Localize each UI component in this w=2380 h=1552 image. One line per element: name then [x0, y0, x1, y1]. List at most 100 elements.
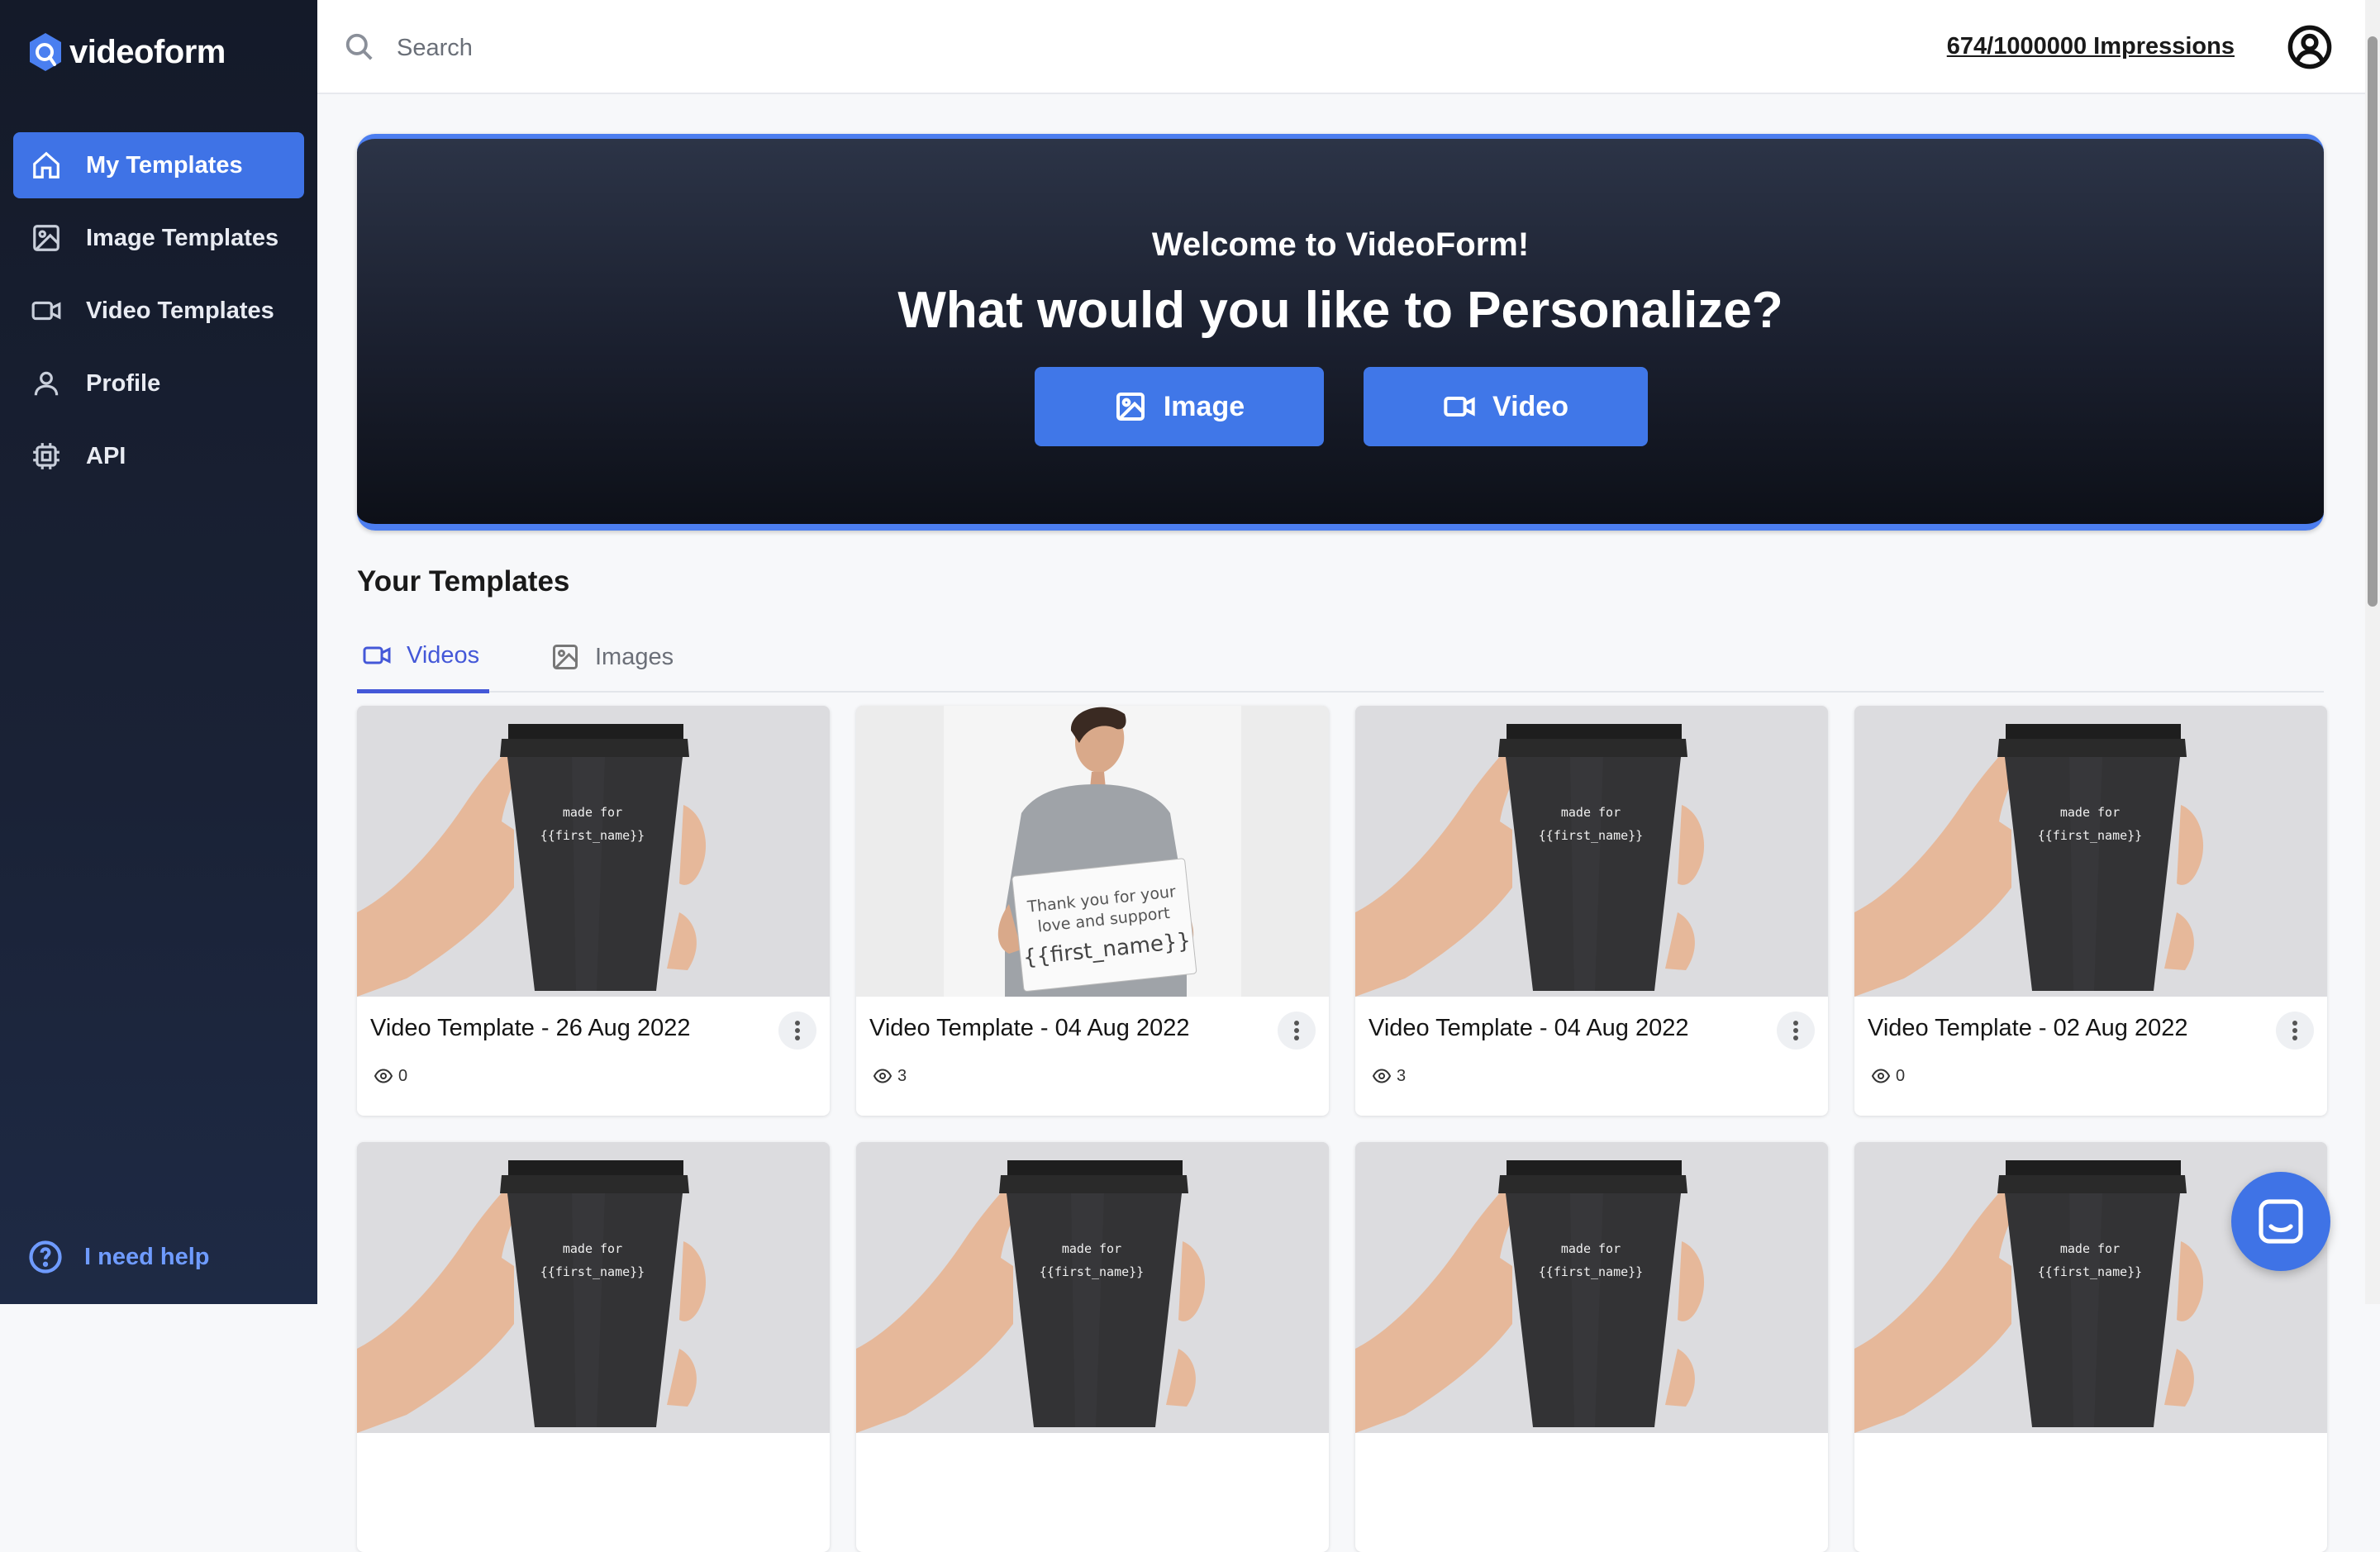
page-scrollbar[interactable] — [2365, 0, 2380, 1304]
template-card[interactable]: made for {{first_name}} Video Template -… — [1355, 706, 1828, 1116]
scrollbar-thumb[interactable] — [2368, 36, 2378, 607]
more-options-button[interactable] — [778, 1012, 816, 1050]
template-card[interactable]: Thank you for your love and support {{fi… — [856, 706, 1329, 1116]
more-options-button[interactable] — [1777, 1012, 1815, 1050]
image-icon — [553, 645, 578, 669]
tab-videos[interactable]: Videos — [357, 621, 489, 693]
template-card[interactable]: made for {{first_name}} — [357, 1142, 830, 1552]
template-thumbnail[interactable]: Thank you for your love and support {{fi… — [856, 706, 1329, 997]
hero-welcome: Welcome to VideoForm! — [1151, 226, 1530, 263]
help-circle-icon — [29, 1240, 62, 1273]
sidebar-item-my-templates[interactable]: My Templates — [13, 132, 304, 198]
eye-icon — [374, 1069, 393, 1083]
search-input[interactable] — [397, 25, 1140, 71]
view-count: 3 — [873, 1066, 907, 1086]
sidebar-item-label: Video Templates — [86, 297, 274, 324]
sidebar-item-label: Image Templates — [86, 224, 279, 251]
cup-thumbnail-image: made for {{first_name}} — [357, 706, 830, 997]
cup-text-line2: {{first_name}} — [540, 828, 645, 843]
sidebar-item-image-templates[interactable]: Image Templates — [13, 205, 304, 271]
more-options-button[interactable] — [1278, 1012, 1316, 1050]
cup-thumbnail-image: made for {{first_name}} — [856, 1142, 1329, 1433]
logo[interactable]: videoform — [26, 31, 226, 73]
template-tabs: Videos Images — [357, 621, 2324, 693]
cup-thumbnail-image: made for {{first_name}} — [1854, 706, 2327, 997]
tab-label: Videos — [407, 641, 480, 669]
user-icon — [30, 367, 63, 400]
more-options-button[interactable] — [2276, 1012, 2314, 1050]
tab-images[interactable]: Images — [545, 621, 678, 693]
cup-text-line1: made for — [563, 805, 622, 820]
help-link[interactable]: I need help — [28, 1240, 209, 1274]
kebab-menu-icon — [1294, 1021, 1299, 1040]
template-card[interactable]: made for {{first_name}} — [1355, 1142, 1828, 1552]
image-icon — [1116, 393, 1145, 421]
cup-thumbnail-image: made for {{first_name}} — [1355, 1142, 1828, 1433]
template-thumbnail[interactable]: made for {{first_name}} — [357, 706, 830, 997]
cup-thumbnail-image: made for {{first_name}} — [1355, 706, 1828, 997]
view-count-value: 3 — [1397, 1066, 1407, 1085]
account-avatar-icon[interactable] — [2287, 25, 2332, 69]
eye-icon — [873, 1069, 892, 1083]
cup-text-line2: {{first_name}} — [1539, 828, 1643, 843]
eye-icon — [1372, 1069, 1392, 1083]
home-icon — [30, 149, 63, 182]
create-image-button[interactable]: Image — [1035, 367, 1324, 446]
sidebar-item-api[interactable]: API — [13, 423, 304, 489]
cup-text-line2: {{first_name}} — [540, 1264, 645, 1279]
template-thumbnail[interactable]: made for {{first_name}} — [1355, 706, 1828, 997]
hero-title: What would you like to Personalize? — [897, 282, 1783, 339]
template-thumbnail[interactable]: made for {{first_name}} — [856, 1142, 1329, 1433]
chat-launcher-button[interactable] — [2231, 1172, 2330, 1271]
sidebar-item-profile[interactable]: Profile — [13, 350, 304, 417]
search-icon — [344, 31, 377, 64]
cup-text-line2: {{first_name}} — [1539, 1264, 1643, 1279]
cup-text-line1: made for — [1062, 1241, 1121, 1256]
cup-text-line2: {{first_name}} — [1040, 1264, 1144, 1279]
template-title[interactable]: Video Template - 26 Aug 2022 — [370, 1015, 691, 1042]
cup-text-line1: made for — [563, 1241, 622, 1256]
sidebar-item-label: My Templates — [86, 151, 243, 179]
view-count-value: 0 — [398, 1066, 408, 1085]
logo-mark-icon — [30, 33, 61, 71]
chip-icon — [30, 440, 63, 473]
video-icon — [1444, 397, 1475, 417]
template-thumbnail[interactable]: made for {{first_name}} — [1854, 706, 2327, 997]
kebab-menu-icon — [1793, 1021, 1798, 1040]
top-bar: 674/1000000 Impressions — [317, 0, 2365, 94]
template-thumbnail[interactable]: made for {{first_name}} — [1355, 1142, 1828, 1433]
cup-thumbnail-image: made for {{first_name}} — [357, 1142, 830, 1433]
impressions-link[interactable]: 674/1000000 Impressions — [1947, 33, 2235, 60]
image-icon — [30, 221, 63, 255]
view-count: 0 — [1871, 1066, 1905, 1086]
template-card[interactable]: made for {{first_name}} Video Template -… — [1854, 706, 2327, 1116]
cup-text-line2: {{first_name}} — [2038, 1264, 2142, 1279]
welcome-hero: Welcome to VideoForm! What would you lik… — [357, 134, 2324, 531]
template-title[interactable]: Video Template - 04 Aug 2022 — [1368, 1015, 1689, 1042]
cup-text-line1: made for — [1561, 805, 1621, 820]
video-icon — [30, 294, 63, 327]
kebab-menu-icon — [2292, 1021, 2297, 1040]
template-title[interactable]: Video Template - 04 Aug 2022 — [869, 1015, 1190, 1042]
create-video-label: Video — [1492, 390, 1568, 422]
create-image-label: Image — [1163, 390, 1245, 422]
sidebar: videoform My Templates Image Templates V… — [0, 0, 317, 1304]
view-count-value: 0 — [1896, 1066, 1906, 1085]
template-title[interactable]: Video Template - 02 Aug 2022 — [1868, 1015, 2188, 1042]
sidebar-nav: My Templates Image Templates Video Templ… — [13, 132, 304, 496]
eye-icon — [1871, 1069, 1891, 1083]
template-card[interactable]: made for {{first_name}} — [856, 1142, 1329, 1552]
logo-text: videoform — [69, 33, 226, 70]
template-thumbnail[interactable]: made for {{first_name}} — [357, 1142, 830, 1433]
view-count: 0 — [374, 1066, 407, 1086]
view-count-value: 3 — [897, 1066, 907, 1085]
section-title: Your Templates — [357, 565, 570, 597]
tab-label: Images — [595, 643, 674, 670]
person-thumbnail-image: Thank you for your love and support {{fi… — [856, 706, 1329, 997]
view-count: 3 — [1372, 1066, 1406, 1086]
template-card[interactable]: made for {{first_name}} Video Template -… — [357, 706, 830, 1116]
create-video-button[interactable]: Video — [1364, 367, 1648, 446]
sidebar-item-video-templates[interactable]: Video Templates — [13, 278, 304, 344]
help-label: I need help — [84, 1243, 210, 1270]
cup-text-line1: made for — [2060, 805, 2120, 820]
